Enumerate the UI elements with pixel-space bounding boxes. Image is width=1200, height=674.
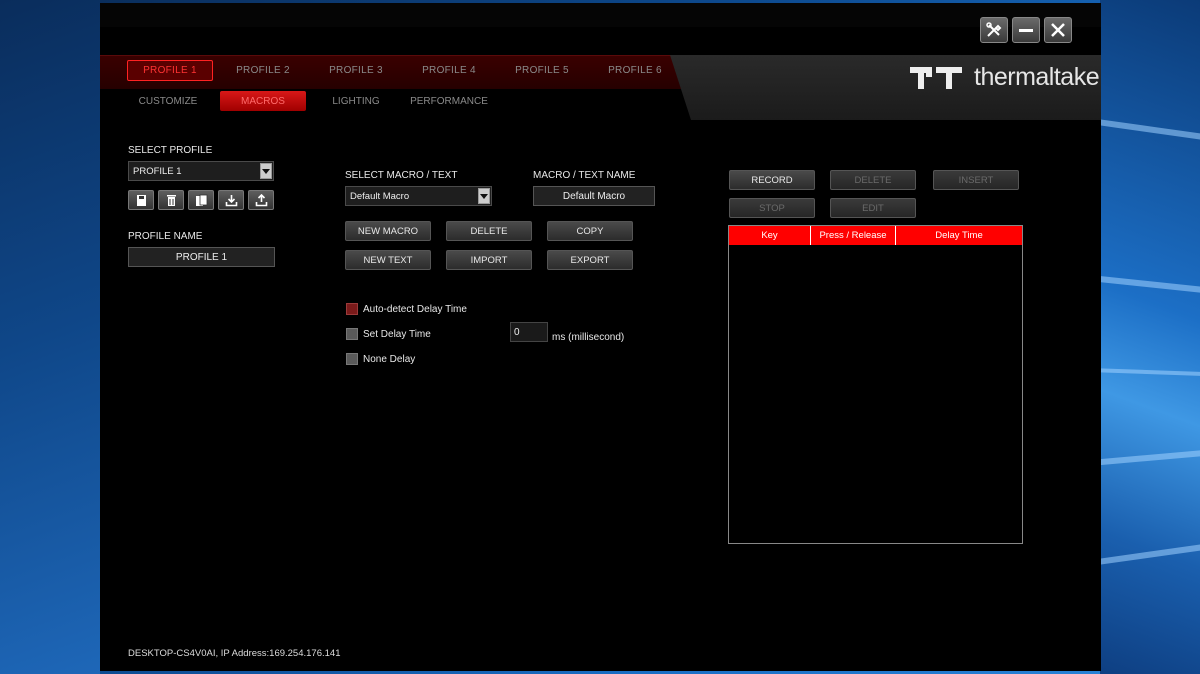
macro-select[interactable]: Default Macro	[345, 186, 492, 206]
table-header: Key Press / Release Delay Time	[729, 226, 1022, 245]
column-delay-time: Delay Time	[935, 230, 983, 241]
brand-name: thermaltake	[974, 63, 1100, 91]
desktop-background-left	[0, 0, 100, 674]
close-button[interactable]	[1044, 17, 1072, 43]
import-macro-button[interactable]: IMPORT	[446, 250, 532, 270]
insert-key-button[interactable]: INSERT	[933, 170, 1019, 190]
copy-profile-button[interactable]	[188, 190, 214, 210]
macro-name-field[interactable]: Default Macro	[533, 186, 655, 206]
record-button[interactable]: RECORD	[729, 170, 815, 190]
macro-select-value: Default Macro	[350, 190, 410, 202]
import-profile-button[interactable]	[218, 190, 244, 210]
none-delay-label: None Delay	[363, 354, 416, 365]
thermaltake-app-window: thermaltake PROFILE 1 PROFILE 2 PROFILE …	[100, 3, 1101, 671]
edit-key-button[interactable]: EDIT	[830, 198, 916, 218]
macro-name-label: MACRO / TEXT NAME	[533, 170, 636, 181]
delete-macro-button[interactable]: DELETE	[446, 221, 532, 241]
set-delay-checkbox[interactable]	[346, 328, 358, 340]
trash-icon	[166, 194, 176, 206]
export-profile-button[interactable]	[248, 190, 274, 210]
tab-customize[interactable]: CUSTOMIZE	[125, 91, 211, 111]
new-text-button[interactable]: NEW TEXT	[345, 250, 431, 270]
macro-key-table[interactable]: Key Press / Release Delay Time	[728, 225, 1023, 544]
status-footer: DESKTOP-CS4V0AI, IP Address:169.254.176.…	[128, 648, 341, 659]
tab-profile-4[interactable]: PROFILE 4	[406, 60, 492, 81]
minimize-button[interactable]	[1012, 17, 1040, 43]
delay-unit-label: ms (millisecond)	[552, 332, 625, 343]
delay-time-input[interactable]: 0	[510, 322, 548, 342]
tt-logo-icon	[910, 66, 962, 89]
export-icon	[255, 193, 267, 206]
tab-macros[interactable]: MACROS	[220, 91, 306, 111]
delete-profile-button[interactable]	[158, 190, 184, 210]
tab-profile-3[interactable]: PROFILE 3	[313, 60, 399, 81]
profile-select-value: PROFILE 1	[133, 165, 182, 177]
tab-profile-6[interactable]: PROFILE 6	[592, 60, 678, 81]
select-profile-label: SELECT PROFILE	[128, 145, 213, 156]
delete-key-button[interactable]: DELETE	[830, 170, 916, 190]
export-macro-button[interactable]: EXPORT	[547, 250, 633, 270]
tab-lighting[interactable]: LIGHTING	[313, 91, 399, 111]
import-icon	[225, 194, 237, 206]
thermaltake-logo: thermaltake	[908, 63, 1100, 92]
minimize-icon	[1019, 29, 1033, 32]
none-delay-checkbox[interactable]	[346, 353, 358, 365]
save-profile-button[interactable]	[128, 190, 154, 210]
auto-delay-label: Auto-detect Delay Time	[363, 304, 467, 315]
new-macro-button[interactable]: NEW MACRO	[345, 221, 431, 241]
copy-icon	[195, 194, 207, 206]
title-bar[interactable]	[100, 3, 1101, 27]
tab-profile-5[interactable]: PROFILE 5	[499, 60, 585, 81]
save-icon	[136, 194, 146, 206]
tab-profile-2[interactable]: PROFILE 2	[220, 60, 306, 81]
settings-button[interactable]	[980, 17, 1008, 43]
chevron-down-icon[interactable]	[478, 188, 490, 204]
set-delay-label: Set Delay Time	[363, 329, 431, 340]
select-macro-label: SELECT MACRO / TEXT	[345, 170, 458, 181]
close-icon	[1051, 23, 1065, 37]
tools-icon	[986, 22, 1002, 37]
column-key: Key	[729, 226, 811, 245]
auto-delay-checkbox[interactable]	[346, 303, 358, 315]
stop-button[interactable]: STOP	[729, 198, 815, 218]
profile-select[interactable]: PROFILE 1	[128, 161, 274, 181]
profile-name-label: PROFILE NAME	[128, 231, 203, 242]
profile-name-field[interactable]: PROFILE 1	[128, 247, 275, 267]
chevron-down-icon[interactable]	[260, 163, 272, 179]
tab-performance[interactable]: PERFORMANCE	[406, 91, 492, 111]
copy-macro-button[interactable]: COPY	[547, 221, 633, 241]
desktop-background-right	[1100, 0, 1200, 674]
tab-profile-1[interactable]: PROFILE 1	[127, 60, 213, 81]
column-press-release: Press / Release	[811, 226, 896, 245]
